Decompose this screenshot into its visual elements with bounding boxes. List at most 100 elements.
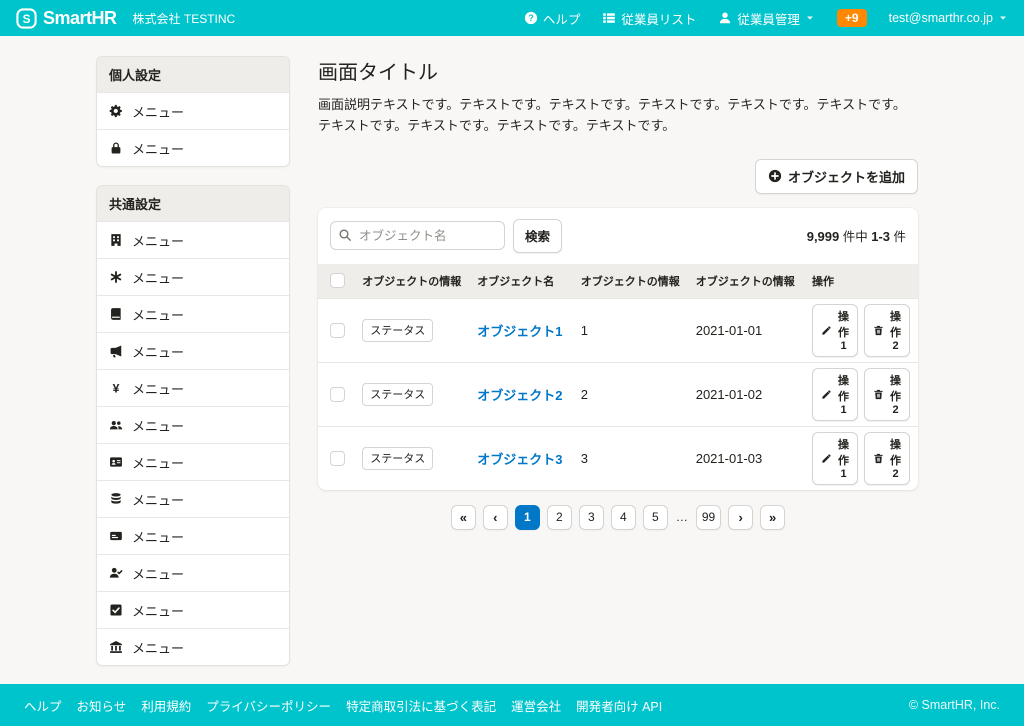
result-total: 9,999 <box>807 229 840 244</box>
gear-icon <box>109 104 123 118</box>
sidebar-section-common: 共通設定 メニュー メニュー メニュー メニュー <box>96 185 290 666</box>
footer-link-privacy[interactable]: プライバシーポリシー <box>206 696 331 715</box>
footer-link-company[interactable]: 運営会社 <box>511 696 561 715</box>
sidebar-item-company[interactable]: メニュー <box>97 221 289 258</box>
object-link[interactable]: オブジェクト1 <box>477 324 562 339</box>
row-checkbox[interactable] <box>330 451 345 466</box>
sidebar-item-cardtext[interactable]: メニュー <box>97 517 289 554</box>
delete-button-label: 操作2 <box>890 436 901 480</box>
col-header-actions: 操作 <box>804 264 918 299</box>
pagination-page-3[interactable]: 3 <box>579 505 604 530</box>
pagination-first-button[interactable]: « <box>451 505 476 530</box>
edit-button[interactable]: 操作1 <box>812 368 858 421</box>
sidebar-item-tasks[interactable]: メニュー <box>97 591 289 628</box>
table-row: ステータス オブジェクト2 2 2021-01-02 操作1 操作2 <box>318 362 918 426</box>
pagination-page-1[interactable]: 1 <box>515 505 540 530</box>
footer-link-help[interactable]: ヘルプ <box>24 696 62 715</box>
footer-link-terms[interactable]: 利用規約 <box>141 696 191 715</box>
col-header-info: オブジェクトの情報 <box>573 264 688 299</box>
object-date: 2021-01-02 <box>688 362 804 426</box>
table-row: ステータス オブジェクト3 3 2021-01-03 操作1 操作2 <box>318 426 918 490</box>
search-field <box>330 221 505 250</box>
footer-link-news[interactable]: お知らせ <box>77 696 127 715</box>
object-date: 2021-01-01 <box>688 298 804 362</box>
status-badge: ステータス <box>362 383 433 406</box>
search-input[interactable] <box>330 221 505 250</box>
delete-button[interactable]: 操作2 <box>864 368 910 421</box>
notification-badge[interactable]: +9 <box>837 9 867 27</box>
pagination-page-4[interactable]: 4 <box>611 505 636 530</box>
sidebar-item-members[interactable]: メニュー <box>97 406 289 443</box>
sidebar-item-database[interactable]: メニュー <box>97 480 289 517</box>
object-table: オブジェクトの情報 オブジェクト名 オブジェクトの情報 オブジェクトの情報 操作… <box>318 264 918 490</box>
user-icon <box>718 11 732 25</box>
nav-employee-admin[interactable]: 従業員管理 <box>718 9 815 28</box>
object-link[interactable]: オブジェクト3 <box>477 452 562 467</box>
sidebar-item-label: メニュー <box>132 268 184 287</box>
edit-button[interactable]: 操作1 <box>812 432 858 485</box>
yen-icon <box>109 381 123 395</box>
select-all-checkbox[interactable] <box>330 273 345 288</box>
sidebar-item-idcard[interactable]: メニュー <box>97 443 289 480</box>
object-info: 1 <box>573 298 688 362</box>
smarthr-logo-icon <box>16 8 37 29</box>
nav-employee-list[interactable]: 従業員リスト <box>602 9 696 28</box>
status-badge: ステータス <box>362 447 433 470</box>
result-range: 1-3 <box>871 229 890 244</box>
pencil-icon <box>821 389 832 400</box>
sidebar-item-label: メニュー <box>132 453 184 472</box>
footer-link-developer-api[interactable]: 開発者向け API <box>576 696 662 715</box>
delete-button[interactable]: 操作2 <box>864 432 910 485</box>
lock-icon <box>109 141 123 155</box>
pencil-icon <box>821 325 832 336</box>
result-count: 9,999 件中 1-3 件 <box>807 226 906 245</box>
account-menu[interactable]: test@smarthr.co.jp <box>889 11 1008 25</box>
footer-links: ヘルプ お知らせ 利用規約 プライバシーポリシー 特定商取引法に基づく表記 運営… <box>24 696 662 715</box>
pagination-page-2[interactable]: 2 <box>547 505 572 530</box>
col-header-date: オブジェクトの情報 <box>688 264 804 299</box>
sidebar-item-label: メニュー <box>132 490 184 509</box>
page-description: 画面説明テキストです。テキストです。テキストです。テキストです。テキストです。テ… <box>318 95 918 137</box>
edit-button[interactable]: 操作1 <box>812 304 858 357</box>
chevron-down-icon <box>998 13 1008 23</box>
delete-button-label: 操作2 <box>890 308 901 352</box>
object-link[interactable]: オブジェクト2 <box>477 388 562 403</box>
sidebar-item-label: メニュー <box>132 601 184 620</box>
chevron-down-icon <box>805 13 815 23</box>
object-info: 3 <box>573 426 688 490</box>
sidebar-item-usercheck[interactable]: メニュー <box>97 554 289 591</box>
sidebar-item-settings[interactable]: メニュー <box>97 92 289 129</box>
brand[interactable]: SmartHR <box>16 8 117 29</box>
pagination-last-button[interactable]: » <box>760 505 785 530</box>
sidebar-item-label: メニュー <box>132 416 184 435</box>
nav-employee-list-label: 従業員リスト <box>621 9 696 28</box>
delete-button[interactable]: 操作2 <box>864 304 910 357</box>
help-icon <box>524 11 538 25</box>
sidebar-item-bank[interactable]: メニュー <box>97 628 289 665</box>
pagination-ellipsis: … <box>675 510 689 524</box>
sidebar-item-announce[interactable]: メニュー <box>97 332 289 369</box>
row-checkbox[interactable] <box>330 323 345 338</box>
sidebar-item-label: メニュー <box>132 342 184 361</box>
sidebar-item-security[interactable]: メニュー <box>97 129 289 166</box>
sidebar-item-asterisk[interactable]: メニュー <box>97 258 289 295</box>
search-button[interactable]: 検索 <box>513 219 562 253</box>
add-object-button[interactable]: オブジェクトを追加 <box>755 159 918 194</box>
object-date: 2021-01-03 <box>688 426 804 490</box>
pagination-page-99[interactable]: 99 <box>696 505 721 530</box>
object-info: 2 <box>573 362 688 426</box>
sidebar-item-book[interactable]: メニュー <box>97 295 289 332</box>
page-title: 画面タイトル <box>318 56 918 85</box>
pagination-prev-button[interactable]: ‹ <box>483 505 508 530</box>
pagination: « ‹ 1 2 3 4 5 … 99 › » <box>318 505 918 530</box>
pagination-page-5[interactable]: 5 <box>643 505 668 530</box>
nav-help[interactable]: ヘルプ <box>524 9 581 28</box>
footer-link-commerce[interactable]: 特定商取引法に基づく表記 <box>346 696 496 715</box>
card-text-icon <box>109 529 123 543</box>
main-content: 画面タイトル 画面説明テキストです。テキストです。テキストです。テキストです。テ… <box>318 56 918 684</box>
pagination-next-button[interactable]: › <box>728 505 753 530</box>
sidebar-item-label: メニュー <box>132 564 184 583</box>
row-checkbox[interactable] <box>330 387 345 402</box>
user-check-icon <box>109 566 123 580</box>
sidebar-item-payroll[interactable]: メニュー <box>97 369 289 406</box>
